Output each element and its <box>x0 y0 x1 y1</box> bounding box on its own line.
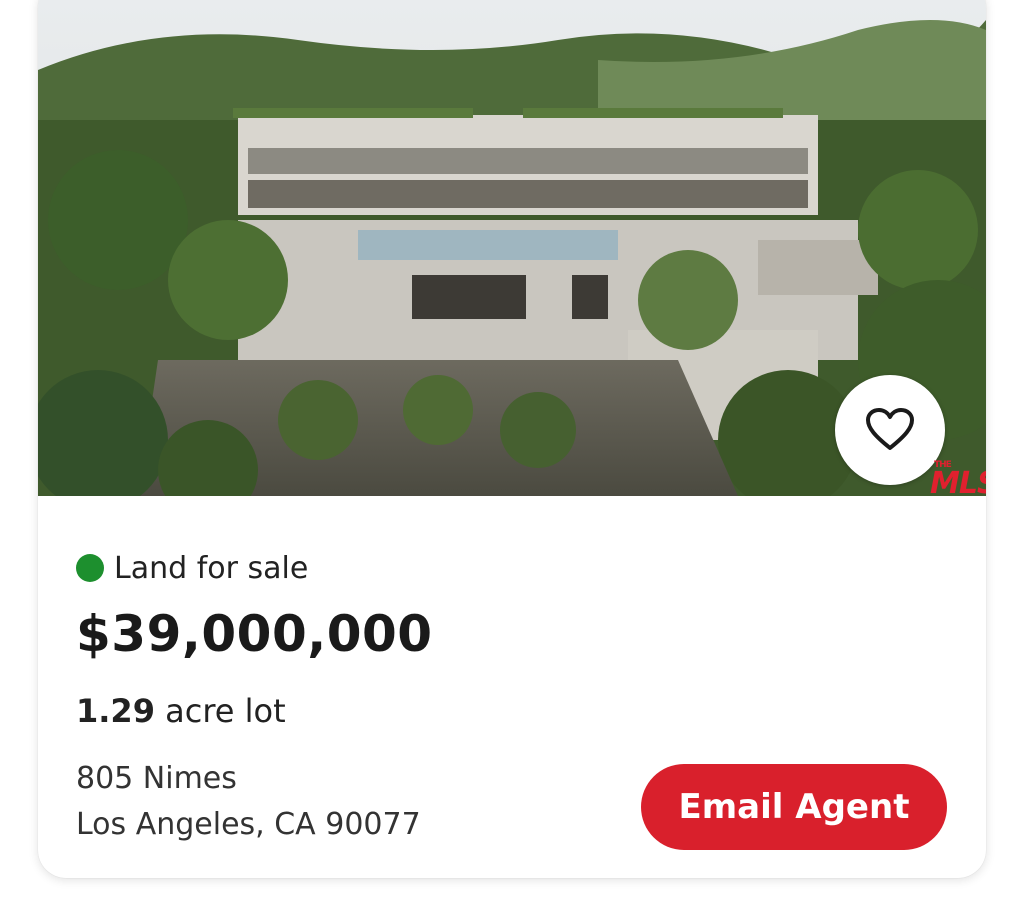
status-dot-icon <box>76 554 104 582</box>
lot-size-value: 1.29 <box>76 692 155 730</box>
listing-card[interactable]: THEMLS Land for sale $39,000,000 1.29 ac… <box>38 0 986 878</box>
listing-price: $39,000,000 <box>76 605 433 663</box>
listing-status: Land for sale <box>76 548 308 588</box>
mls-badge: THEMLS <box>930 460 986 501</box>
lot-size: 1.29 acre lot <box>76 692 286 730</box>
status-text: Land for sale <box>114 550 309 586</box>
lot-size-unit: acre lot <box>165 692 286 730</box>
favorite-button[interactable] <box>835 375 945 485</box>
address-line-1: 805 Nimes <box>76 761 237 796</box>
listing-address: 805 Nimes Los Angeles, CA 90077 <box>76 756 421 848</box>
address-line-2: Los Angeles, CA 90077 <box>76 807 421 842</box>
heart-icon <box>866 408 914 450</box>
email-agent-button[interactable]: Email Agent <box>641 764 947 850</box>
